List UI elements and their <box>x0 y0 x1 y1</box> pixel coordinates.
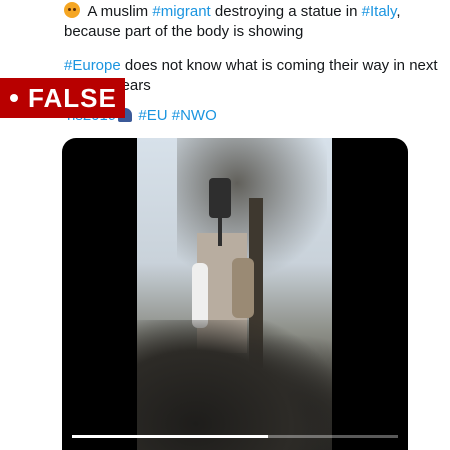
hashtag-nwo-link[interactable]: #NWO <box>172 107 217 124</box>
lamp-post <box>218 216 222 246</box>
angry-face-emoji-icon <box>64 2 80 18</box>
tweet-line-2: because part of the body is showing <box>64 23 304 40</box>
hashtag-migrant-link[interactable]: #migrant <box>152 3 210 20</box>
hashtag-eu-link[interactable]: #EU <box>138 107 167 124</box>
video-frame <box>137 138 332 450</box>
statue <box>232 258 254 318</box>
white-figure <box>192 263 208 328</box>
tweet-text-1a: A muslim <box>84 3 153 20</box>
label-dot <box>10 94 18 102</box>
tweet-text-3: does not know what is coming their way i… <box>120 57 438 74</box>
video-progress-bar[interactable] <box>72 435 398 438</box>
video-player[interactable] <box>62 138 408 450</box>
video-progress-fill <box>72 435 268 438</box>
false-label-text: FALSE <box>28 82 117 113</box>
crowd <box>137 320 332 450</box>
false-verdict-label: FALSE <box>0 78 125 118</box>
tweet-line-3: #Europe does not know what is coming the… <box>64 56 438 76</box>
tweet-text-1b: destroying a statue in <box>210 3 362 20</box>
street-lamp <box>209 178 231 218</box>
tweet-text-1c: , <box>396 3 401 20</box>
hashtag-italy-link[interactable]: #Italy <box>362 3 397 20</box>
tweet-line-1: A muslim #migrant destroying a statue in… <box>64 2 401 22</box>
hashtag-europe-link[interactable]: #Europe <box>64 57 121 74</box>
